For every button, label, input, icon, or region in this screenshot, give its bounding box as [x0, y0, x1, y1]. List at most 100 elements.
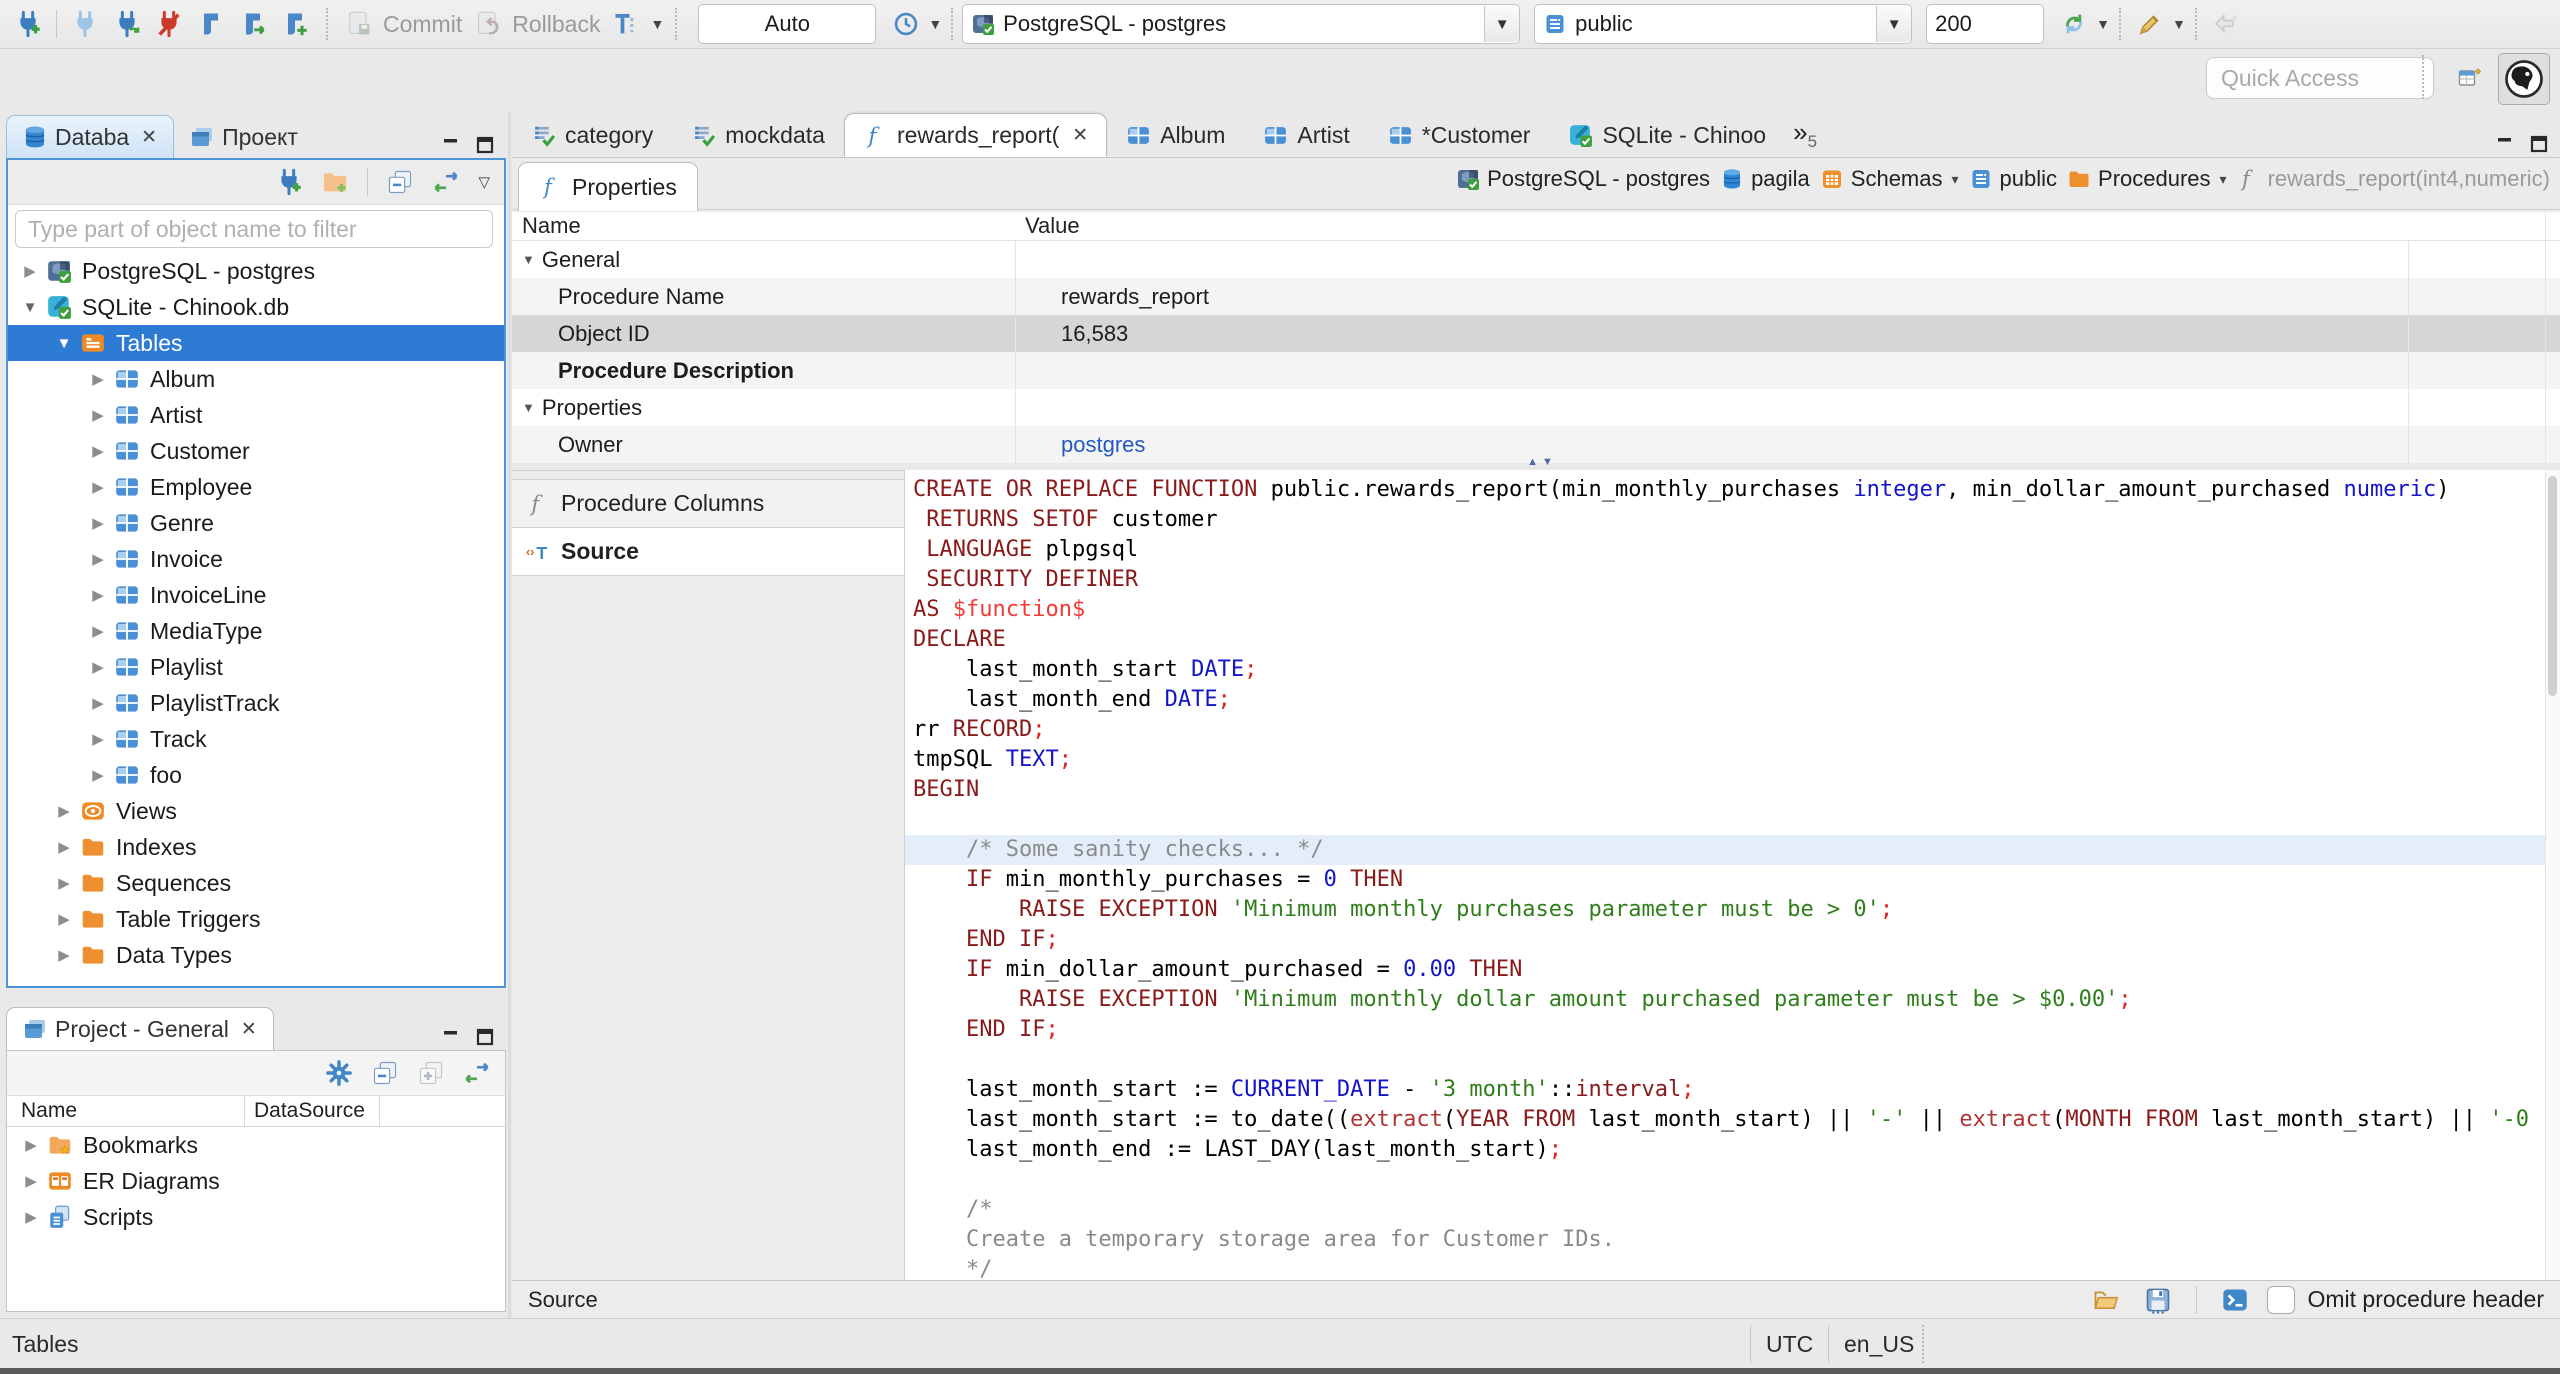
tree-item-employee[interactable]: ▶ Employee — [8, 469, 504, 505]
chevron-right-icon[interactable]: ▶ — [84, 550, 112, 568]
editor-scrollbar[interactable] — [2545, 470, 2560, 1280]
column-datasource[interactable]: DataSource — [254, 1099, 365, 1123]
chevron-right-icon[interactable]: ▶ — [50, 946, 78, 964]
collapse-all-icon[interactable] — [365, 1053, 405, 1093]
code-line[interactable]: last_month_start := to_date((extract(YEA… — [913, 1105, 2529, 1135]
breadcrumb-public[interactable]: public — [1969, 166, 2057, 192]
tree-item-sqlite-chinook-db[interactable]: ▼ SQLite - Chinook.db — [8, 289, 504, 325]
code-line[interactable]: last_month_start := CURRENT_DATE - '3 mo… — [913, 1075, 2529, 1105]
project-item-er-diagrams[interactable]: ▶ ER Diagrams — [7, 1163, 505, 1199]
code-line[interactable]: IF min_dollar_amount_purchased = 0.00 TH… — [913, 955, 2529, 985]
connect-icon[interactable] — [65, 4, 105, 44]
close-icon[interactable]: ✕ — [141, 126, 157, 149]
tab-overflow-indicator[interactable]: »5 — [1785, 117, 1825, 152]
code-line[interactable]: AS $function$ — [913, 595, 2529, 625]
chevron-right-icon[interactable]: ▶ — [50, 910, 78, 928]
chevron-right-icon[interactable]: ▶ — [50, 838, 78, 856]
breadcrumb-postgresql-postgres[interactable]: PostgreSQL - postgres — [1456, 166, 1710, 192]
tree-item-mediatype[interactable]: ▶ MediaType — [8, 613, 504, 649]
chevron-down-icon[interactable]: ▼ — [522, 252, 535, 267]
owner-link[interactable]: postgres — [1061, 432, 1145, 457]
rollback-label[interactable]: Rollback — [512, 11, 600, 38]
panel-divider[interactable] — [508, 112, 511, 1318]
breadcrumb-rewards-report-int4-numeric-[interactable]: f rewards_report(int4,numeric) — [2237, 166, 2550, 192]
reconnect-icon[interactable] — [107, 4, 147, 44]
chevron-down-icon[interactable]: ▾ — [1952, 171, 1959, 188]
breadcrumb-pagila[interactable]: pagila — [1720, 166, 1810, 192]
property-row-procedure-description[interactable]: Procedure Description — [512, 352, 2560, 389]
code-line[interactable]: last_month_start DATE; — [913, 655, 2529, 685]
tree-item-postgresql-postgres[interactable]: ▶ PostgreSQL - postgres — [8, 253, 504, 289]
tab-database-navigator[interactable]: Databa ✕ — [6, 115, 175, 158]
chevron-right-icon[interactable]: ▶ — [84, 442, 112, 460]
editor-tab--customer[interactable]: *Customer — [1369, 113, 1550, 157]
code-line[interactable]: DECLARE — [913, 625, 2529, 655]
transaction-dropdown-arrow[interactable]: ▼ — [650, 16, 664, 32]
schema-dropdown-button[interactable]: ▼ — [1876, 6, 1912, 42]
tree-item-playlist[interactable]: ▶ Playlist — [8, 649, 504, 685]
transaction-log-icon[interactable] — [606, 4, 646, 44]
minimize-icon[interactable] — [440, 1026, 464, 1050]
chevron-right-icon[interactable]: ▶ — [84, 370, 112, 388]
new-connection-icon[interactable] — [8, 4, 48, 44]
minimize-icon[interactable] — [2494, 133, 2518, 157]
expand-all-icon[interactable] — [411, 1053, 451, 1093]
status-timezone[interactable]: UTC — [1766, 1331, 1813, 1358]
source-editor[interactable]: CREATE OR REPLACE FUNCTION public.reward… — [904, 470, 2560, 1280]
new-sql-script-icon[interactable] — [275, 4, 315, 44]
code-line[interactable]: SECURITY DEFINER — [913, 565, 2529, 595]
code-line[interactable]: CREATE OR REPLACE FUNCTION public.reward… — [913, 475, 2529, 505]
column-divider[interactable] — [379, 1096, 380, 1126]
code-line[interactable]: Create a temporary storage area for Cust… — [913, 1225, 2529, 1255]
code-line[interactable]: IF min_monthly_purchases = 0 THEN — [913, 865, 2529, 895]
open-sql-script-icon[interactable] — [233, 4, 273, 44]
tab-project-general[interactable]: Project - General ✕ — [6, 1007, 274, 1050]
query-history-icon[interactable] — [886, 4, 926, 44]
code-line[interactable]: END IF; — [913, 925, 2529, 955]
tree-item-album[interactable]: ▶ Album — [8, 361, 504, 397]
chevron-right-icon[interactable]: ▶ — [84, 694, 112, 712]
code-line[interactable]: rr RECORD; — [913, 715, 2529, 745]
property-row-properties[interactable]: ▼ Properties — [512, 389, 2560, 426]
grid-scrollbar[interactable] — [2545, 212, 2546, 463]
editor-tab-mockdata[interactable]: mockdata — [672, 113, 844, 157]
code-line[interactable]: RETURNS SETOF customer — [913, 505, 2529, 535]
grid-column-name[interactable]: Name — [522, 213, 581, 239]
history-dropdown-arrow[interactable]: ▼ — [928, 16, 942, 32]
back-history-icon[interactable] — [2206, 4, 2246, 44]
code-line[interactable]: /* — [913, 1195, 2529, 1225]
sql-code[interactable]: CREATE OR REPLACE FUNCTION public.reward… — [905, 475, 2560, 1280]
active-connection-combo[interactable]: PostgreSQL - postgres ▼ — [962, 4, 1521, 44]
property-row-object-id[interactable]: Object ID 16,583 — [512, 315, 2560, 352]
refresh-dropdown-arrow[interactable]: ▼ — [2096, 16, 2110, 32]
chevron-right-icon[interactable]: ▶ — [17, 1172, 45, 1190]
chevron-right-icon[interactable]: ▶ — [16, 262, 44, 280]
code-line[interactable] — [913, 805, 2529, 835]
chevron-right-icon[interactable]: ▶ — [84, 658, 112, 676]
chevron-right-icon[interactable]: ▶ — [84, 766, 112, 784]
new-folder-icon[interactable] — [315, 162, 355, 202]
transaction-mode-combo[interactable]: Auto — [698, 4, 877, 44]
chevron-right-icon[interactable]: ▶ — [84, 514, 112, 532]
chevron-right-icon[interactable]: ▶ — [84, 406, 112, 424]
breadcrumb-procedures[interactable]: Procedures ▾ — [2067, 166, 2227, 192]
code-line[interactable]: END IF; — [913, 1015, 2529, 1045]
code-line[interactable]: LANGUAGE plpgsql — [913, 535, 2529, 565]
chevron-right-icon[interactable]: ▶ — [84, 586, 112, 604]
collapse-all-icon[interactable] — [380, 162, 420, 202]
load-from-file-icon[interactable] — [2086, 1280, 2126, 1320]
close-icon[interactable]: ✕ — [241, 1018, 257, 1041]
subtab-source[interactable]: ‹› T Source — [512, 528, 904, 576]
tree-item-views[interactable]: ▶ Views — [8, 793, 504, 829]
new-connection-icon[interactable] — [269, 162, 309, 202]
commit-icon[interactable] — [339, 4, 379, 44]
column-name[interactable]: Name — [21, 1099, 77, 1123]
connection-dropdown-button[interactable]: ▼ — [1484, 6, 1520, 42]
view-menu-icon[interactable]: ▽ — [478, 173, 490, 191]
tree-item-sequences[interactable]: ▶ Sequences — [8, 865, 504, 901]
maximize-icon[interactable] — [2528, 133, 2552, 157]
open-perspective-icon[interactable] — [2444, 53, 2494, 103]
link-with-editor-icon[interactable] — [457, 1053, 497, 1093]
code-line[interactable]: tmpSQL TEXT; — [913, 745, 2529, 775]
mock-data-icon[interactable] — [2130, 4, 2170, 44]
